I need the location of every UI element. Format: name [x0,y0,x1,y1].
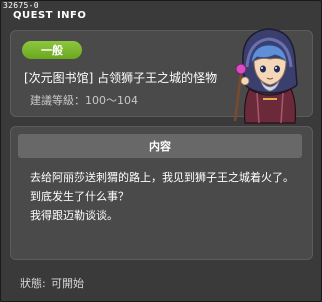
description-line: 我得跟迈勒谈谈。 [30,209,118,222]
recommended-level: 建議等級：100～104 [30,94,138,107]
quest-name: [次元图书馆] 占领狮子王之城的怪物 [24,71,218,85]
status-value: 可開始 [51,277,84,290]
npc-portrait-icon [233,28,298,124]
quest-description: 去给阿丽莎送刺猬的路上，我见到狮子王之城着火了。 到底发生了什么事？ 我得跟迈勒… [30,168,312,225]
quest-status: 狀態: 可開始 [20,277,84,290]
content-header: 内容 [18,134,302,158]
category-badge: 一般 [22,41,82,59]
description-line: 到底发生了什么事？ [30,190,129,203]
window-title: QUEST INFO [13,10,87,21]
quest-id: 32675-0 [3,1,39,10]
status-label: 狀態 [20,277,42,290]
description-line: 去给阿丽莎送刺猬的路上，我见到狮子王之城着火了。 [30,171,294,184]
quest-info-window: 32675-0 QUEST INFO 一般 [次元图书馆] 占领狮子王之城的怪物… [0,0,322,302]
